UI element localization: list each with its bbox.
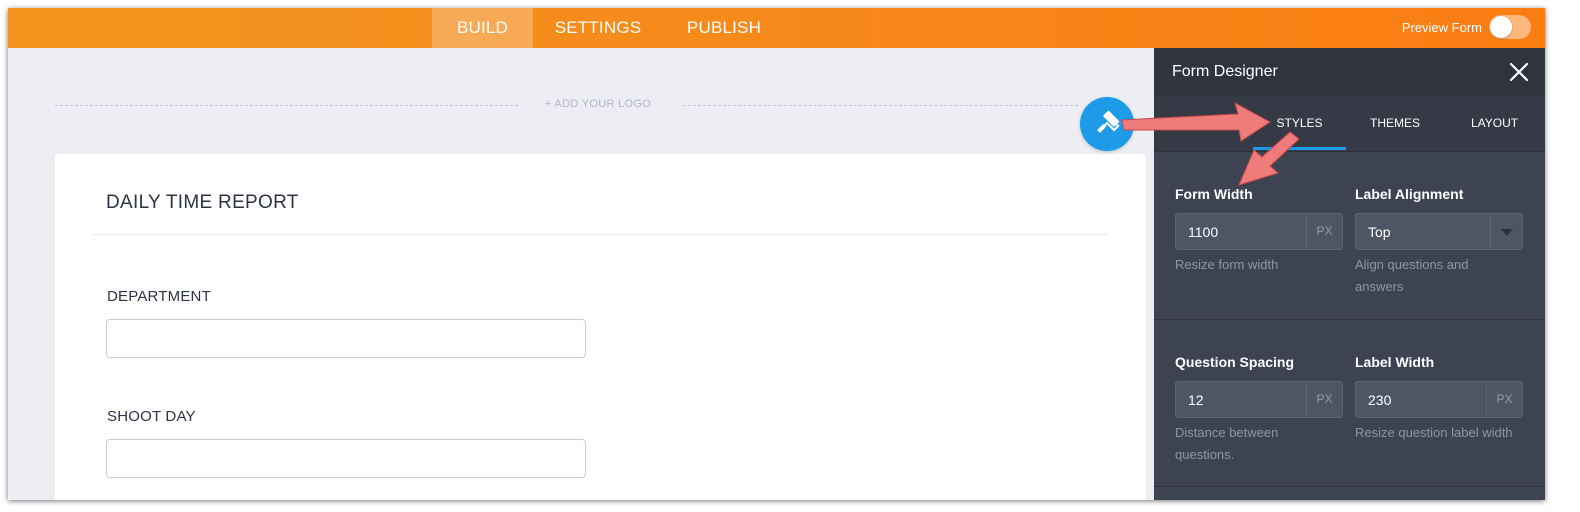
- paint-roller-icon: [1097, 110, 1120, 133]
- form-width-help: Resize form width: [1175, 257, 1279, 272]
- form-designer-panel: Form Designer COLORS STYLES THEMES LAYOU…: [1154, 48, 1545, 500]
- close-icon[interactable]: [1509, 62, 1529, 82]
- tab-settings[interactable]: SETTINGS: [546, 8, 650, 48]
- label-width-unit: PX: [1486, 382, 1522, 417]
- logo-divider-right: [683, 105, 1078, 106]
- label-alignment-help-1: Align questions and: [1355, 257, 1469, 272]
- form-header-divider: [93, 234, 1108, 235]
- label-width-help: Resize question label width: [1355, 425, 1513, 440]
- add-logo-link[interactable]: + ADD YOUR LOGO: [528, 98, 668, 110]
- question-spacing-label: Question Spacing: [1175, 354, 1295, 370]
- section-divider: [1154, 319, 1545, 320]
- section-divider-bottom: [1154, 486, 1545, 487]
- tab-themes[interactable]: THEMES: [1346, 96, 1444, 150]
- tab-layout[interactable]: LAYOUT: [1444, 96, 1545, 150]
- question-spacing-unit: PX: [1306, 382, 1342, 417]
- question-spacing-value: 12: [1188, 392, 1204, 408]
- toggle-knob: [1490, 16, 1512, 38]
- chevron-down-icon: [1490, 214, 1522, 249]
- shoot-day-label[interactable]: SHOOT DAY: [107, 408, 196, 425]
- top-nav-bar: BUILD SETTINGS PUBLISH Preview Form: [8, 8, 1545, 48]
- question-spacing-input[interactable]: 12 PX: [1175, 381, 1343, 418]
- tab-colors[interactable]: COLORS: [1154, 96, 1253, 150]
- form-title[interactable]: DAILY TIME REPORT: [106, 192, 299, 214]
- shoot-day-input[interactable]: [106, 439, 586, 478]
- tab-publish[interactable]: PUBLISH: [680, 8, 768, 48]
- label-alignment-value: Top: [1368, 224, 1391, 240]
- label-alignment-help-2: answers: [1355, 279, 1404, 294]
- form-width-unit: PX: [1306, 214, 1342, 249]
- question-spacing-help-2: questions.: [1175, 447, 1235, 462]
- form-designer-button[interactable]: [1080, 97, 1134, 151]
- form-width-input[interactable]: 1100 PX: [1175, 213, 1343, 250]
- label-alignment-label: Label Alignment: [1355, 186, 1464, 202]
- form-width-label: Form Width: [1175, 186, 1253, 202]
- tab-build[interactable]: BUILD: [432, 8, 533, 48]
- panel-header: Form Designer: [1154, 48, 1545, 96]
- label-width-input[interactable]: 230 PX: [1355, 381, 1523, 418]
- preview-form-toggle[interactable]: [1489, 15, 1531, 39]
- form-card: DAILY TIME REPORT DEPARTMENT SHOOT DAY: [55, 154, 1146, 500]
- department-input[interactable]: [106, 319, 586, 358]
- tab-styles[interactable]: STYLES: [1253, 96, 1346, 150]
- panel-tabs: COLORS STYLES THEMES LAYOUT: [1154, 96, 1545, 152]
- label-width-value: 230: [1368, 392, 1392, 408]
- preview-form-label: Preview Form: [1401, 20, 1482, 35]
- department-label[interactable]: DEPARTMENT: [107, 288, 211, 305]
- panel-title: Form Designer: [1172, 63, 1278, 80]
- label-alignment-select[interactable]: Top: [1355, 213, 1523, 250]
- form-width-value: 1100: [1188, 224, 1219, 240]
- question-spacing-help-1: Distance between: [1175, 425, 1279, 440]
- app-window: BUILD SETTINGS PUBLISH Preview Form + AD…: [8, 8, 1545, 500]
- logo-divider-left: [55, 105, 518, 106]
- label-width-label: Label Width: [1355, 354, 1435, 370]
